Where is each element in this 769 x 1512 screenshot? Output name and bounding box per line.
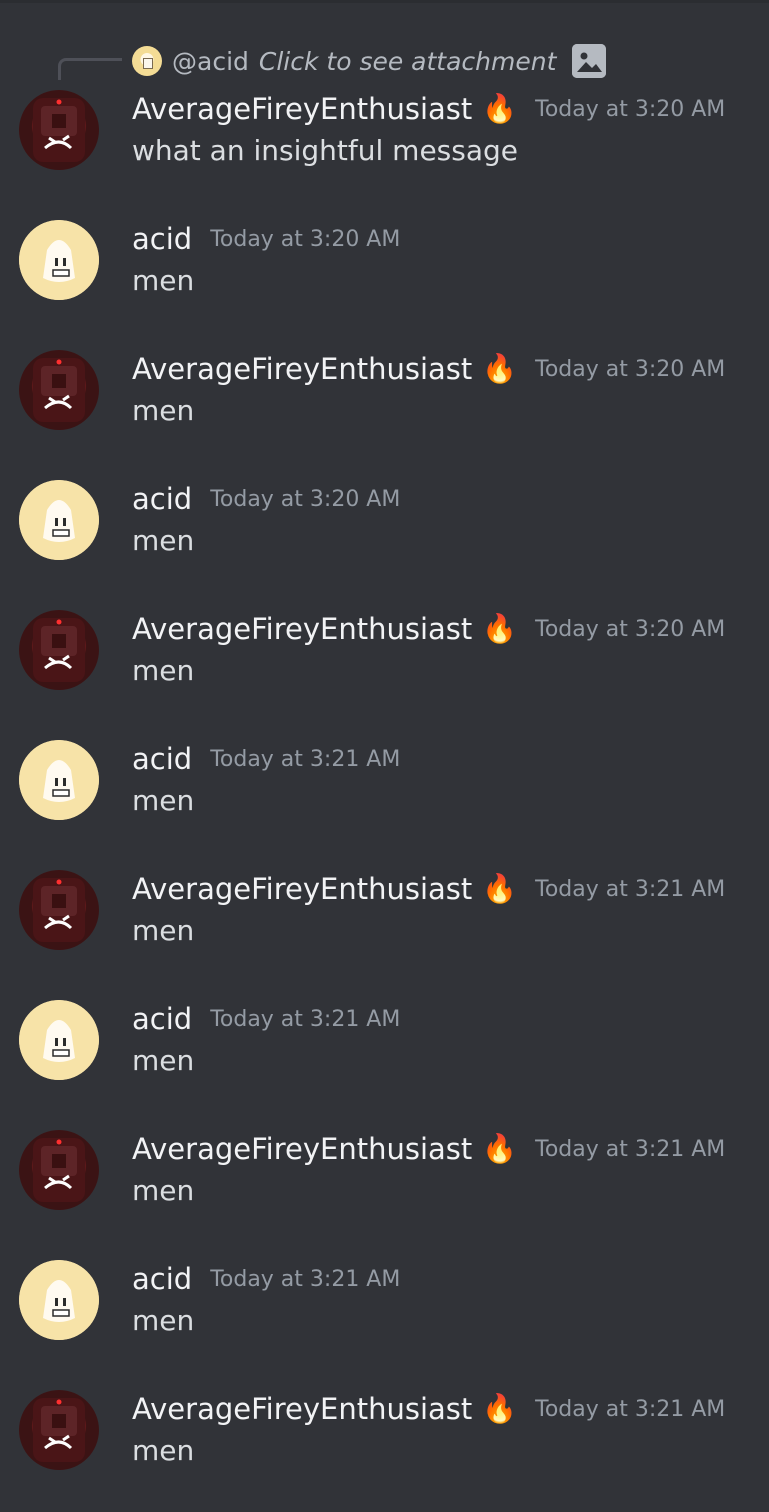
message-content: men	[132, 394, 195, 427]
message-content: men	[132, 1174, 195, 1207]
message-author[interactable]: acid	[132, 482, 192, 516]
image-icon	[572, 44, 607, 78]
fire-emoji-icon: 🔥	[482, 872, 518, 905]
message-header: AverageFireyEnthusiast 🔥 Today at 3:20 AM	[132, 610, 725, 648]
message-content: men	[132, 524, 195, 557]
acid-avatar[interactable]	[19, 1000, 99, 1080]
message-author[interactable]: AverageFireyEnthusiast	[132, 1132, 472, 1166]
message-content: men	[132, 914, 195, 947]
message-header: AverageFireyEnthusiast 🔥 Today at 3:21 AM	[132, 1130, 725, 1168]
firey-avatar[interactable]	[19, 1130, 99, 1210]
message-timestamp[interactable]: Today at 3:21 AM	[210, 1007, 400, 1032]
reply-username[interactable]: @acid	[172, 47, 249, 76]
message-author[interactable]: AverageFireyEnthusiast	[132, 1392, 472, 1426]
message-author[interactable]: acid	[132, 222, 192, 256]
message-timestamp[interactable]: Today at 3:21 AM	[535, 1137, 725, 1162]
acid-avatar[interactable]	[19, 220, 99, 300]
message-timestamp[interactable]: Today at 3:20 AM	[535, 617, 725, 642]
firey-avatar[interactable]	[19, 90, 99, 170]
message-content: men	[132, 1304, 195, 1337]
channel-top-border	[0, 0, 769, 3]
message-header: acid Today at 3:21 AM	[132, 740, 400, 778]
message-timestamp[interactable]: Today at 3:21 AM	[210, 747, 400, 772]
fire-emoji-icon: 🔥	[482, 92, 518, 125]
message-header: AverageFireyEnthusiast 🔥 Today at 3:21 AM	[132, 1390, 725, 1428]
message-timestamp[interactable]: Today at 3:21 AM	[535, 877, 725, 902]
fire-emoji-icon: 🔥	[482, 1132, 518, 1165]
message-header: acid Today at 3:20 AM	[132, 220, 400, 258]
message-author[interactable]: AverageFireyEnthusiast	[132, 92, 472, 126]
message-author[interactable]: AverageFireyEnthusiast	[132, 612, 472, 646]
firey-avatar[interactable]	[19, 1390, 99, 1470]
message-timestamp[interactable]: Today at 3:20 AM	[535, 357, 725, 382]
message-header: AverageFireyEnthusiast 🔥 Today at 3:20 AM	[132, 90, 725, 128]
message-header: acid Today at 3:20 AM	[132, 480, 400, 518]
message-content: men	[132, 784, 195, 817]
message-header: acid Today at 3:21 AM	[132, 1000, 400, 1038]
fire-emoji-icon: 🔥	[482, 352, 518, 385]
message-timestamp[interactable]: Today at 3:21 AM	[535, 1397, 725, 1422]
message-author[interactable]: AverageFireyEnthusiast	[132, 352, 472, 386]
acid-avatar[interactable]	[19, 1260, 99, 1340]
fire-emoji-icon: 🔥	[482, 1392, 518, 1425]
message-author[interactable]: AverageFireyEnthusiast	[132, 872, 472, 906]
message-timestamp[interactable]: Today at 3:20 AM	[210, 487, 400, 512]
reply-avatar[interactable]	[132, 46, 162, 76]
message-timestamp[interactable]: Today at 3:21 AM	[210, 1267, 400, 1292]
reply-text[interactable]: Click to see attachment	[259, 47, 557, 76]
message-content: men	[132, 264, 195, 297]
reply-preview[interactable]: @acid Click to see attachment	[132, 44, 607, 78]
firey-avatar[interactable]	[19, 610, 99, 690]
fire-emoji-icon: 🔥	[482, 612, 518, 645]
message-author[interactable]: acid	[132, 742, 192, 776]
message-timestamp[interactable]: Today at 3:20 AM	[535, 97, 725, 122]
message-content: men	[132, 1044, 195, 1077]
firey-avatar[interactable]	[19, 870, 99, 950]
reply-connector-line	[58, 58, 122, 80]
message-author[interactable]: acid	[132, 1262, 192, 1296]
message-author[interactable]: acid	[132, 1002, 192, 1036]
message-header: AverageFireyEnthusiast 🔥 Today at 3:21 AM	[132, 870, 725, 908]
message-header: acid Today at 3:21 AM	[132, 1260, 400, 1298]
message-content: what an insightful message	[132, 134, 518, 167]
message-header: AverageFireyEnthusiast 🔥 Today at 3:20 AM	[132, 350, 725, 388]
acid-avatar[interactable]	[19, 740, 99, 820]
acid-avatar[interactable]	[19, 480, 99, 560]
message-content: men	[132, 1434, 195, 1467]
message-content: men	[132, 654, 195, 687]
firey-avatar[interactable]	[19, 350, 99, 430]
message-timestamp[interactable]: Today at 3:20 AM	[210, 227, 400, 252]
